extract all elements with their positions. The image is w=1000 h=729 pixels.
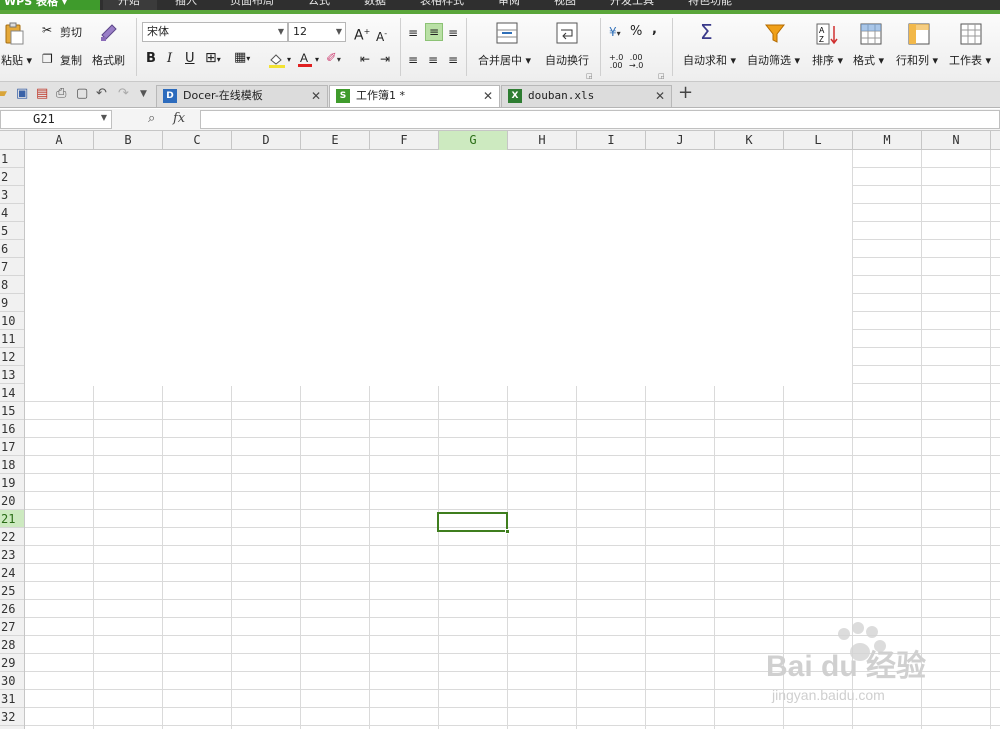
row-header-16[interactable]: 16 [0,420,24,438]
row-header-1[interactable]: 1 [0,150,24,168]
row-header-10[interactable]: 10 [0,312,24,330]
row-header-27[interactable]: 27 [0,618,24,636]
gridline-horizontal [25,437,1000,438]
gridline-horizontal [25,473,1000,474]
row-header-23[interactable]: 23 [0,546,24,564]
column-header-a[interactable]: A [25,131,94,150]
column-header-bar: ABCDEFGHIJKLMN [0,131,1000,150]
gridline-horizontal [25,527,1000,528]
column-header-h[interactable]: H [508,131,577,150]
row-header-24[interactable]: 24 [0,564,24,582]
gridline-horizontal [25,419,1000,420]
column-header-l[interactable]: L [784,131,853,150]
row-header-18[interactable]: 18 [0,456,24,474]
row-header-29[interactable]: 29 [0,654,24,672]
fill-handle[interactable] [505,529,510,534]
column-header-i[interactable]: I [577,131,646,150]
gridline-horizontal [25,617,1000,618]
gridline-horizontal [25,509,1000,510]
row-header-21[interactable]: 21 [0,510,24,528]
column-header-k[interactable]: K [715,131,784,150]
row-header-28[interactable]: 28 [0,636,24,654]
active-cell-g21[interactable] [437,512,508,532]
row-header-26[interactable]: 26 [0,600,24,618]
gridline-horizontal [25,563,1000,564]
row-header-3[interactable]: 3 [0,186,24,204]
row-header-5[interactable]: 5 [0,222,24,240]
column-header-f[interactable]: F [370,131,439,150]
gridline-horizontal [25,455,1000,456]
column-header-n[interactable]: N [922,131,991,150]
row-header-32[interactable]: 32 [0,708,24,726]
row-header-14[interactable]: 14 [0,384,24,402]
row-header-22[interactable]: 22 [0,528,24,546]
select-all-corner[interactable] [0,131,25,150]
row-header-11[interactable]: 11 [0,330,24,348]
row-header-2[interactable]: 2 [0,168,24,186]
baidu-watermark: Bai du 经验 jingyan.baidu.com [760,620,990,710]
watermark-brand: Bai du 经验 [766,649,926,683]
column-header-j[interactable]: J [646,131,715,150]
gridline-horizontal [25,725,1000,726]
row-header-30[interactable]: 30 [0,672,24,690]
row-header-6[interactable]: 6 [0,240,24,258]
gridline-horizontal [25,491,1000,492]
row-header-7[interactable]: 7 [0,258,24,276]
gridline-horizontal [25,599,1000,600]
row-header-25[interactable]: 25 [0,582,24,600]
row-header-9[interactable]: 9 [0,294,24,312]
column-header-d[interactable]: D [232,131,301,150]
row-header-20[interactable]: 20 [0,492,24,510]
column-header-e[interactable]: E [301,131,370,150]
row-header-19[interactable]: 19 [0,474,24,492]
pasted-blank-area [25,150,852,386]
column-header-g[interactable]: G [439,131,508,150]
row-header-bar: 1 2 3 4 5 6 7 8 9 10 11 12 13 14 15 16 17 18 19 20 21 22 23 24 2… [0,150,25,729]
gridline-vertical [990,150,991,729]
column-header-b[interactable]: B [94,131,163,150]
row-header-12[interactable]: 12 [0,348,24,366]
row-header-31[interactable]: 31 [0,690,24,708]
watermark-url: jingyan.baidu.com [771,687,885,703]
gridline-horizontal [25,581,1000,582]
column-header-m[interactable]: M [853,131,922,150]
gridline-horizontal [25,401,1000,402]
row-header-8[interactable]: 8 [0,276,24,294]
gridline-horizontal [25,545,1000,546]
row-header-4[interactable]: 4 [0,204,24,222]
row-header-13[interactable]: 13 [0,366,24,384]
column-header-c[interactable]: C [163,131,232,150]
row-header-17[interactable]: 17 [0,438,24,456]
row-header-15[interactable]: 15 [0,402,24,420]
